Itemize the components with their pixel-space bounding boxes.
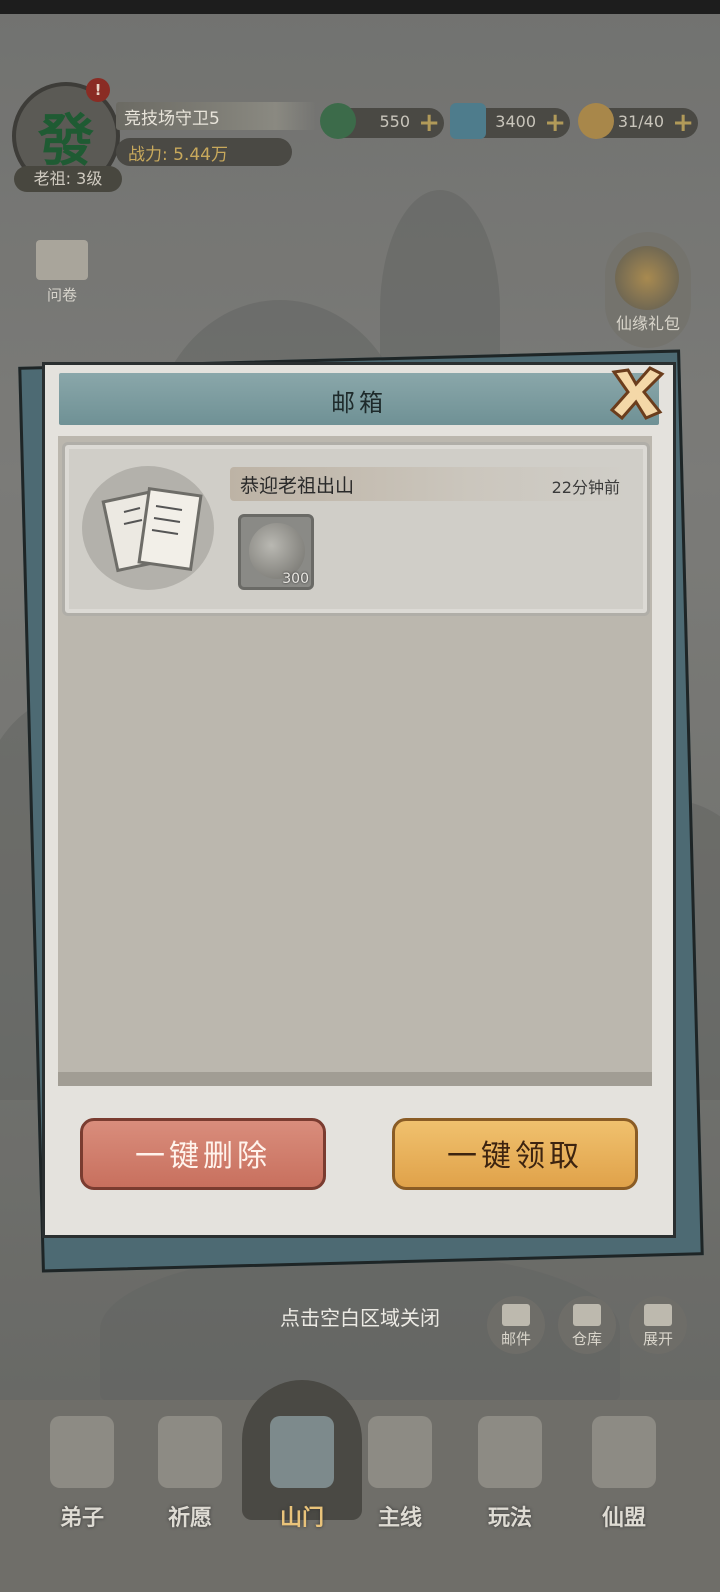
- nav-label: 弟子: [59, 1506, 104, 1531]
- mail-tool-button[interactable]: 邮件: [487, 1296, 545, 1354]
- attachment-quantity: 300: [282, 571, 309, 587]
- resource-gourd[interactable]: 31/40 +: [578, 103, 698, 139]
- resource-value: 550: [379, 112, 410, 131]
- spirit-stone-icon: [450, 103, 486, 139]
- nav-disciples[interactable]: 弟子: [32, 1416, 132, 1536]
- nav-label: 主线: [377, 1506, 422, 1531]
- tool-label: 展开: [642, 1330, 673, 1348]
- letter-icon: [101, 487, 203, 573]
- resource-value: 3400: [495, 112, 536, 131]
- expand-tool-button[interactable]: 展开: [629, 1296, 687, 1354]
- wish-icon: [158, 1416, 222, 1488]
- add-stone-icon[interactable]: +: [544, 109, 566, 137]
- mail-time: 22分钟前: [551, 478, 620, 497]
- alert-badge: !: [86, 78, 110, 102]
- quest-icon: [368, 1416, 432, 1488]
- survey-button[interactable]: 问卷: [30, 240, 94, 305]
- close-button[interactable]: [606, 362, 666, 422]
- resource-value: 31/40: [617, 112, 664, 131]
- alliance-icon: [592, 1416, 656, 1488]
- gourd-icon: [578, 103, 614, 139]
- envelope-icon: [502, 1304, 530, 1326]
- player-level: 老祖: 3级: [14, 166, 122, 192]
- mail-attachment[interactable]: 300: [238, 514, 314, 590]
- jade-coin-icon: [320, 103, 356, 139]
- player-name: 竞技场守卫5: [124, 109, 220, 129]
- combat-power: 战力: 5.44万: [128, 145, 228, 165]
- add-jade-icon[interactable]: +: [418, 109, 440, 137]
- nav-wish[interactable]: 祈愿: [140, 1416, 240, 1536]
- disciple-icon: [50, 1416, 114, 1488]
- survey-label: 问卷: [46, 286, 77, 304]
- gift-icon: [615, 246, 679, 310]
- dialog-title: 邮箱: [331, 389, 387, 417]
- delete-all-button[interactable]: 一键删除: [80, 1118, 326, 1190]
- close-icon: [609, 366, 665, 421]
- nav-label: 玩法: [487, 1506, 532, 1531]
- gate-icon: [270, 1416, 334, 1488]
- nav-gameplay[interactable]: 玩法: [460, 1416, 560, 1536]
- claim-all-button[interactable]: 一键领取: [392, 1118, 638, 1190]
- warehouse-icon: [573, 1304, 601, 1326]
- mail-subject: 恭迎老祖出山: [240, 475, 355, 497]
- resource-stone[interactable]: 3400 +: [450, 103, 570, 139]
- resource-jade[interactable]: 550 +: [320, 103, 444, 139]
- grid-icon: [644, 1304, 672, 1326]
- gift-label: 仙缘礼包: [615, 314, 680, 333]
- warehouse-tool-button[interactable]: 仓库: [558, 1296, 616, 1354]
- gift-pack-button[interactable]: 仙缘礼包: [605, 232, 691, 348]
- nav-alliance[interactable]: 仙盟: [574, 1416, 674, 1536]
- add-gourd-icon[interactable]: +: [672, 109, 694, 137]
- avatar-glyph: 發: [38, 107, 94, 174]
- nav-main-quest[interactable]: 主线: [350, 1416, 450, 1536]
- tool-label: 仓库: [571, 1330, 602, 1348]
- nav-label: 祈愿: [167, 1506, 212, 1531]
- tool-label: 邮件: [500, 1330, 531, 1348]
- scroll-icon: [36, 240, 88, 280]
- nav-label: 山门: [279, 1506, 324, 1531]
- dialog-header: 邮箱: [59, 373, 659, 425]
- gameplay-icon: [478, 1416, 542, 1488]
- nav-sect-gate[interactable]: 山门: [252, 1416, 352, 1536]
- nav-label: 仙盟: [601, 1506, 646, 1531]
